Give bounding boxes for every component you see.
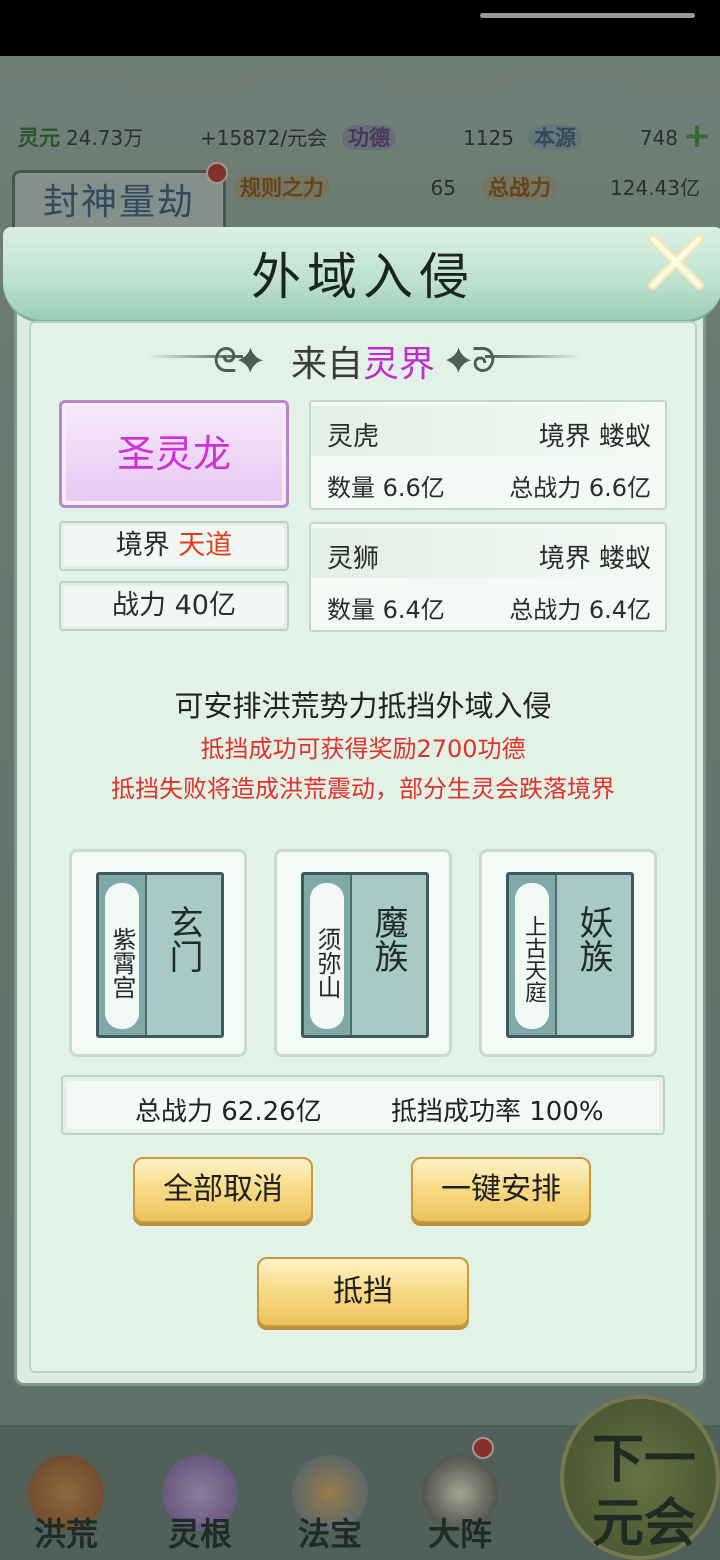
boss-card: 圣灵龙 <box>59 400 289 508</box>
faction-name: 魔族 <box>368 905 408 973</box>
force-book: 紫霄宫 玄门 <box>96 872 224 1038</box>
sect-name: 须弥山 <box>310 883 344 1029</box>
boss-name: 圣灵龙 <box>116 432 231 476</box>
faction-name: 妖族 <box>573 905 613 973</box>
reward-text: 抵挡成功可获得奖励2700功德 <box>200 735 526 763</box>
force-slot-1[interactable]: 紫霄宫 玄门 <box>69 849 247 1057</box>
faction-name: 玄门 <box>163 905 203 973</box>
unit-count: 数量 6.6亿 <box>327 474 445 502</box>
force-book: 须弥山 魔族 <box>301 872 429 1038</box>
gesture-pill <box>480 13 695 18</box>
auto-arrange-button[interactable]: 一键安排 <box>411 1157 591 1223</box>
instruction-text: 可安排洪荒势力抵挡外域入侵 <box>174 689 552 723</box>
sect-name: 上古天庭 <box>515 883 549 1029</box>
unit-header-row: 灵虎 境界 蝼蚁 <box>311 406 665 456</box>
dialog-title: 外域入侵 <box>251 248 475 306</box>
unit-stats-row: 数量 6.6亿 总战力 6.6亿 <box>311 456 665 506</box>
invasion-dialog: 外域入侵 ᘓ✦ ✦ᘐ 来自灵界 圣灵龙 境界 天道 战力 40亿 灵虎 境界 蝼… <box>3 227 720 1386</box>
success-rate: 抵挡成功率 100% <box>391 1097 604 1127</box>
force-book: 上古天庭 妖族 <box>506 872 634 1038</box>
invader-origin: 来自灵界 <box>17 335 709 387</box>
unit-header-row: 灵狮 境界 蝼蚁 <box>311 528 665 578</box>
sect-name: 紫霄宫 <box>105 883 139 1029</box>
unit-realm: 境界 蝼蚁 <box>538 422 651 452</box>
force-slot-2[interactable]: 须弥山 魔族 <box>274 849 452 1057</box>
boss-power: 战力 40亿 <box>59 581 289 631</box>
unit-count: 数量 6.4亿 <box>327 596 445 624</box>
status-bar <box>0 0 720 56</box>
boss-realm: 境界 天道 <box>59 521 289 571</box>
unit-power: 总战力 6.4亿 <box>509 596 651 624</box>
close-button[interactable] <box>643 229 709 295</box>
defense-stats-bar: 总战力 62.26亿 抵挡成功率 100% <box>61 1075 665 1135</box>
defend-button[interactable]: 抵挡 <box>257 1257 469 1327</box>
origin-prefix: 来自 <box>290 344 363 385</box>
invader-unit-card: 灵虎 境界 蝼蚁 数量 6.6亿 总战力 6.6亿 <box>309 400 667 510</box>
invader-unit-card: 灵狮 境界 蝼蚁 数量 6.4亿 总战力 6.4亿 <box>309 522 667 632</box>
origin-realm: 灵界 <box>363 344 436 385</box>
unit-realm: 境界 蝼蚁 <box>538 544 651 574</box>
close-icon <box>648 234 704 290</box>
unit-stats-row: 数量 6.4亿 总战力 6.4亿 <box>311 578 665 628</box>
title-banner: 外域入侵 <box>3 227 720 323</box>
boss-realm-label: 境界 <box>115 530 170 561</box>
force-slot-3[interactable]: 上古天庭 妖族 <box>479 849 657 1057</box>
unit-name: 灵虎 <box>327 422 380 452</box>
total-power: 总战力 62.26亿 <box>135 1097 322 1127</box>
unit-power: 总战力 6.6亿 <box>509 474 651 502</box>
cancel-all-button[interactable]: 全部取消 <box>133 1157 313 1223</box>
unit-name: 灵狮 <box>327 544 380 574</box>
failure-warning-text: 抵挡失败将造成洪荒震动，部分生灵会跌落境界 <box>111 775 615 803</box>
boss-realm-value: 天道 <box>178 530 233 561</box>
